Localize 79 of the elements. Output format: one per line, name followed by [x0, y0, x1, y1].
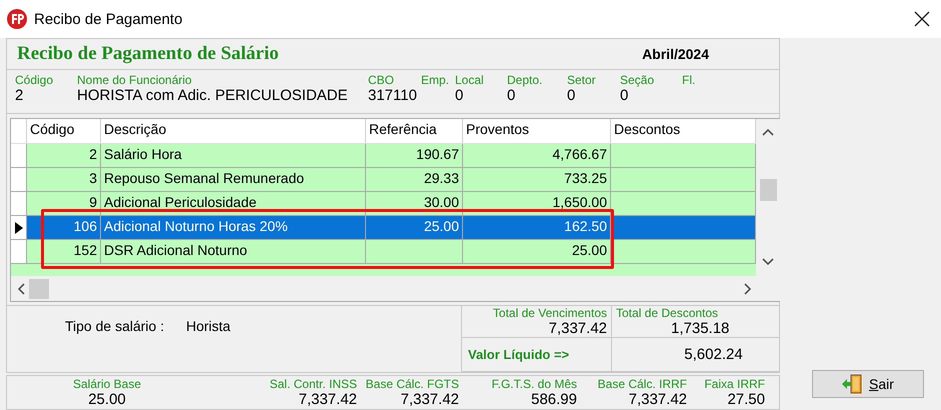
field-label: Emp. — [421, 73, 450, 87]
field-label: Depto. — [507, 73, 544, 87]
field-label: Setor — [567, 73, 597, 87]
scroll-right-icon[interactable] — [744, 282, 752, 294]
table-row[interactable]: 2 Salário Hora 190.67 4,766.67 — [11, 144, 756, 168]
field-label: Nome do Funcionário — [77, 73, 193, 87]
total-value: 1,735.18 — [670, 320, 730, 337]
table-row[interactable]: 152 DSR Adicional Noturno 25.00 — [11, 240, 756, 264]
table-cell: Salário Hora — [104, 146, 182, 162]
field-value: HORISTA com Adic. PERICULOSIDADE — [77, 87, 349, 104]
salary-type-value: Horista — [186, 318, 230, 336]
table-cell: 106 — [74, 218, 97, 234]
net-value: 5,602.24 — [684, 346, 743, 363]
row-pointer-icon — [14, 222, 22, 234]
base-label: Sal. Contr. INSS — [270, 377, 357, 391]
field-label: Fl. — [682, 73, 696, 87]
table-cell: Adicional Periculosidade — [104, 194, 257, 210]
base-value: 586.99 — [531, 391, 577, 408]
column-header[interactable]: Descrição — [101, 119, 366, 143]
scroll-down-icon[interactable] — [762, 258, 774, 266]
base-label: Base Cálc. IRRF — [598, 377, 687, 391]
base-value: 7,337.42 — [400, 391, 459, 408]
base-value: 7,337.42 — [298, 391, 357, 408]
base-label: Salário Base — [72, 377, 142, 391]
total-label: Total de Descontos — [616, 306, 720, 320]
table-cell: 733.25 — [564, 170, 607, 186]
net-value-label: Valor Líquido => — [468, 347, 570, 362]
app-logo-icon — [6, 8, 28, 30]
base-value: 27.50 — [727, 391, 765, 408]
base-label: F.G.T.S. do Mês — [492, 377, 577, 391]
table-cell: 162.50 — [564, 218, 607, 234]
scroll-up-icon[interactable] — [762, 128, 774, 136]
salary-type-label: Tipo de salário : — [65, 318, 164, 336]
door-exit-icon — [841, 374, 864, 394]
field-value: 0 — [620, 87, 630, 104]
window-title: Recibo de Pagamento — [34, 10, 182, 28]
column-header[interactable]: Código — [27, 119, 101, 143]
table-cell: 190.67 — [416, 146, 459, 162]
field-value: 317110 — [368, 87, 418, 104]
table-cell: 2 — [89, 146, 97, 162]
table-cell: 1,650.00 — [552, 194, 607, 210]
table-cell: 30.00 — [424, 194, 459, 210]
base-label: Base Cálc. FGTS — [366, 377, 459, 391]
table-cell: 29.33 — [424, 170, 459, 186]
table-row[interactable]: 106 Adicional Noturno Horas 20% 25.00 162.50 — [11, 216, 756, 240]
field-value: 0 — [567, 87, 576, 104]
base-label: Faixa IRRF — [704, 377, 765, 391]
table-cell: 3 — [89, 170, 97, 186]
table-cell: 9 — [89, 194, 97, 210]
field-value: 2 — [15, 87, 24, 104]
table-cell: 4,766.67 — [552, 146, 607, 162]
column-header[interactable]: Referência — [366, 119, 463, 143]
table-cell: DSR Adicional Noturno — [104, 242, 248, 258]
horizontal-scrollbar[interactable] — [11, 276, 780, 301]
field-label: Local — [455, 73, 485, 87]
scroll-left-icon[interactable] — [17, 282, 25, 294]
field-label: Código — [15, 73, 54, 87]
table-cell: Adicional Noturno Horas 20% — [104, 218, 288, 234]
scrollbar-thumb[interactable] — [29, 278, 49, 298]
receipt-title: Recibo de Pagamento de Salário — [17, 43, 279, 65]
column-header[interactable]: Proventos — [463, 119, 611, 143]
field-label: Seção — [620, 73, 656, 87]
field-value: 0 — [507, 87, 516, 104]
total-label: Total de Vencimentos — [492, 306, 607, 320]
table-row[interactable]: 3 Repouso Semanal Remunerado 29.33 733.25 — [11, 168, 756, 192]
table-cell: 25.00 — [424, 218, 459, 234]
table-row[interactable]: 9 Adicional Periculosidade 30.00 1,650.00 — [11, 192, 756, 216]
field-value: 0 — [455, 87, 464, 104]
close-icon[interactable] — [913, 10, 931, 28]
table-cell: Repouso Semanal Remunerado — [104, 170, 304, 186]
field-label: CBO — [368, 73, 396, 87]
scrollbar-thumb[interactable] — [760, 179, 776, 201]
base-value: 7,337.42 — [628, 391, 687, 408]
table-cell: 152 — [74, 242, 97, 258]
table-cell: 25.00 — [572, 242, 607, 258]
period-label: Abril/2024 — [642, 46, 709, 62]
base-value: 25.00 — [88, 391, 126, 408]
exit-button[interactable]: Sair — [812, 370, 924, 398]
total-value: 7,337.42 — [548, 320, 607, 337]
